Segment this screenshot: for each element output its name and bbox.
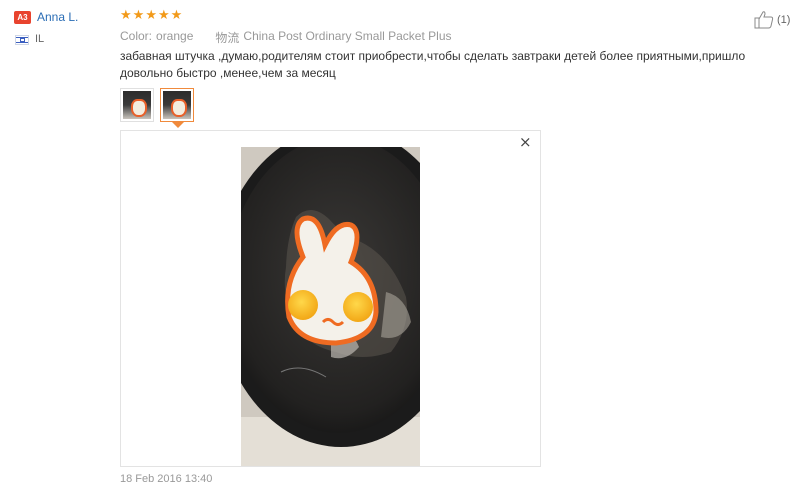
close-icon[interactable]: × (519, 135, 532, 150)
user-level-badge: A3 (14, 11, 31, 24)
star-rating: ★ ★ ★ ★ ★ (120, 9, 182, 23)
star-icon: ★ (157, 8, 170, 23)
country-flag-icon (15, 35, 29, 45)
thumbnail-image (163, 91, 191, 119)
color-label: Color: (120, 29, 153, 43)
reviewer-name[interactable]: Anna L. (37, 10, 78, 24)
shipping-label: 物流 (215, 31, 240, 45)
thumbs-up-icon (754, 11, 774, 29)
selected-indicator (172, 122, 184, 128)
review-photo-thumbnail[interactable] (120, 88, 154, 122)
thumbnail-image (123, 91, 151, 119)
review-photo (241, 147, 420, 466)
review-date: 18 Feb 2016 13:40 (120, 473, 213, 485)
reviewer-country: IL (35, 33, 45, 45)
photo-viewer: × (120, 130, 541, 467)
star-icon: ★ (170, 8, 183, 23)
star-icon: ★ (145, 8, 157, 23)
order-meta: Color: orange 物流 China Post Ordinary Sma… (120, 29, 452, 46)
color-value: orange (156, 29, 194, 43)
review-photo-thumbnail-selected[interactable] (160, 88, 194, 122)
egg-pan-photo (241, 147, 420, 466)
shipping-value: China Post Ordinary Small Packet Plus (243, 29, 452, 43)
star-icon: ★ (120, 8, 132, 23)
review-text: забавная штучка ,думаю,родителям стоит п… (120, 49, 746, 80)
helpful-button[interactable]: (1) (754, 10, 790, 29)
star-icon: ★ (132, 8, 145, 23)
helpful-count: (1) (777, 13, 791, 26)
